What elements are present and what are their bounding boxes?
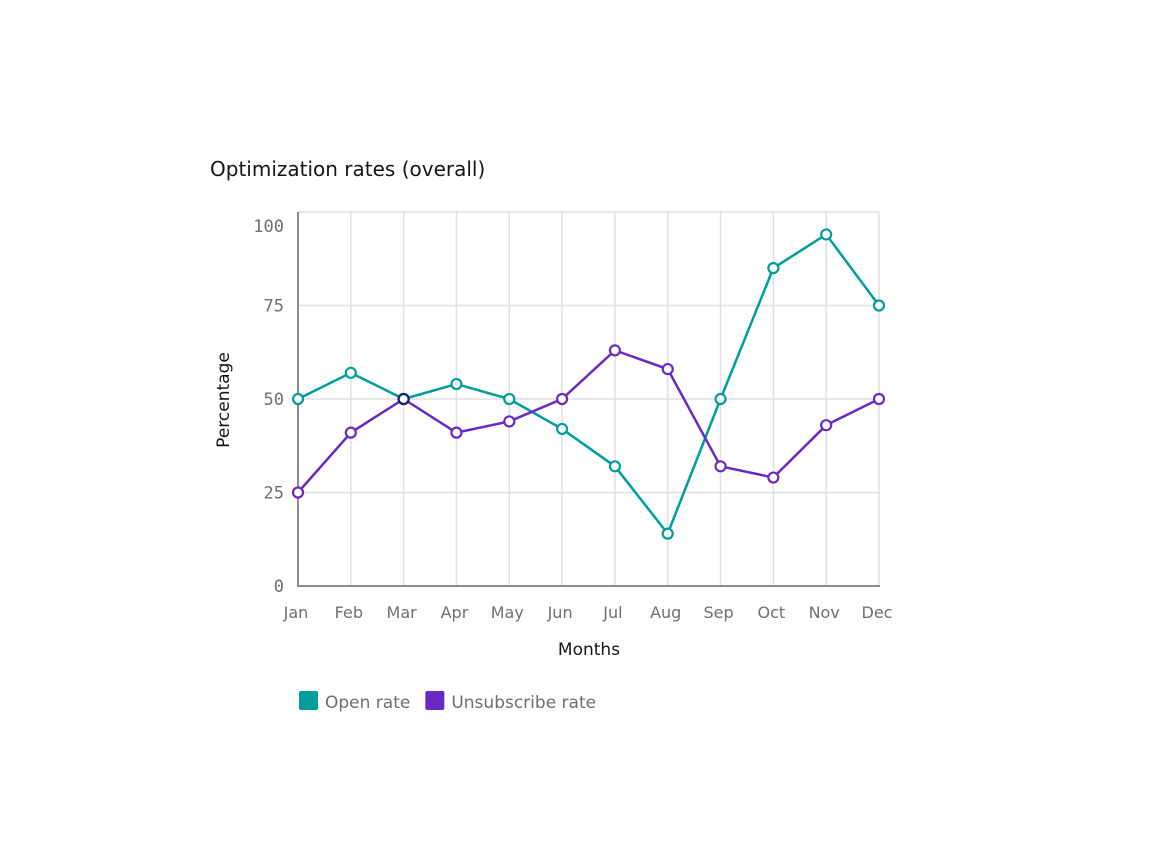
y-axis-label: Percentage (214, 352, 234, 448)
x-tick-label: Nov (809, 603, 840, 622)
data-point[interactable] (767, 262, 780, 275)
legend-swatch (299, 691, 318, 710)
x-tick-label: Dec (862, 603, 893, 622)
y-tick-label: 50 (264, 390, 284, 410)
data-point[interactable] (661, 362, 674, 376)
data-point[interactable] (872, 392, 886, 406)
y-tick-label: 0 (274, 577, 284, 597)
x-tick-label: Feb (335, 603, 363, 622)
x-tick-label: Jan (283, 603, 309, 622)
legend-swatch (425, 691, 445, 710)
legend-item-open-rate[interactable]: Open rate (299, 691, 410, 713)
data-point[interactable] (555, 422, 569, 436)
data-point[interactable] (714, 392, 727, 406)
y-tick-label: 100 (253, 217, 284, 237)
data-point[interactable] (450, 426, 463, 439)
data-point[interactable] (291, 486, 305, 499)
legend-label: Open rate (325, 693, 410, 713)
x-tick-label: Mar (387, 603, 418, 622)
data-point[interactable] (344, 426, 357, 439)
series-line-unsubscribe-rate (297, 349, 880, 494)
legend-label: Unsubscribe rate (451, 693, 596, 713)
legend-item-unsubscribe-rate[interactable]: Unsubscribe rate (425, 691, 596, 713)
y-ticks: 0 25 50 75 100 (253, 217, 284, 597)
series-lines (297, 233, 881, 535)
x-tick-label: Aug (650, 603, 681, 622)
series-line-open-rate (297, 233, 881, 535)
data-point[interactable] (608, 460, 622, 473)
x-tick-label: Sep (703, 603, 733, 622)
data-point[interactable] (820, 419, 833, 432)
data-point[interactable] (291, 392, 305, 406)
x-axis-label: Months (558, 640, 620, 660)
data-point[interactable] (450, 377, 463, 391)
data-point[interactable] (767, 471, 780, 484)
x-tick-label: Oct (758, 603, 786, 622)
x-tick-label: Jun (547, 603, 573, 622)
x-tick-label: May (491, 603, 524, 622)
data-point[interactable] (608, 344, 622, 357)
data-point[interactable] (344, 366, 357, 379)
y-tick-label: 75 (264, 297, 284, 317)
data-point[interactable] (661, 527, 674, 540)
grid (298, 211, 880, 586)
x-tick-label: Jul (602, 603, 622, 622)
data-point[interactable] (397, 392, 410, 406)
legend: Open rate Unsubscribe rate (299, 691, 596, 713)
data-point[interactable] (820, 228, 833, 241)
x-tick-label: Apr (441, 603, 469, 622)
data-point[interactable] (503, 415, 516, 428)
data-point[interactable] (503, 392, 516, 406)
y-tick-label: 25 (264, 484, 284, 504)
x-ticks: Jan Feb Mar Apr May Jun Jul Aug Sep Oct Nov Dec (283, 603, 893, 622)
data-point[interactable] (555, 392, 569, 406)
data-point[interactable] (714, 460, 727, 473)
line-chart: 0 25 50 75 100 Jan Feb Mar Apr May Jun Jul Aug Sep Oc… (214, 211, 893, 713)
data-point[interactable] (872, 299, 886, 312)
